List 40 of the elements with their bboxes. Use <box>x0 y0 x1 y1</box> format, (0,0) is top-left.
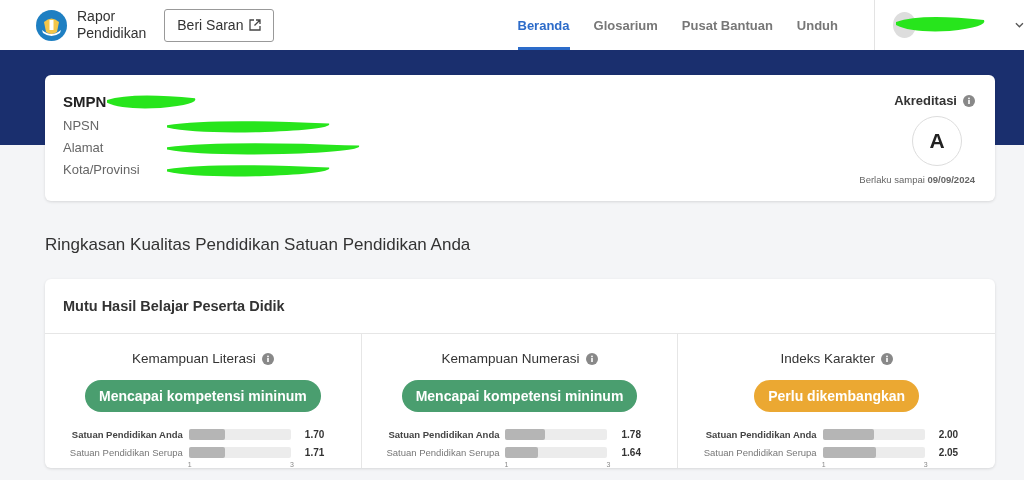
bar-value: 1.71 <box>304 446 326 458</box>
field-label: Alamat <box>63 140 105 157</box>
field-label: Kota/Provinsi <box>63 162 141 179</box>
info-icon <box>261 352 274 365</box>
chevron-down-icon[interactable] <box>1015 22 1024 28</box>
accreditation-title: Akreditasi <box>894 93 957 108</box>
bar-label: Satuan Pendidikan Anda <box>387 428 500 440</box>
nav-tab[interactable]: Unduh <box>796 0 838 50</box>
field-label: NPSN <box>63 118 101 135</box>
nav-tab[interactable]: Pusat Bantuan <box>681 0 773 50</box>
emblem-logo <box>36 9 67 41</box>
school-name: SMPN <box>63 93 107 110</box>
bar-value: 2.00 <box>938 428 960 440</box>
metric-title: Indeks Karakter <box>780 351 875 366</box>
bar-value: 1.64 <box>621 446 642 458</box>
metric-title: Kemampuan Literasi <box>131 351 256 366</box>
bar-value: 2.05 <box>938 446 960 458</box>
logo-title: Rapor <box>77 8 117 25</box>
bar-label: Satuan Pendidikan Serupa <box>702 446 817 458</box>
bar-label: Satuan Pendidikan Anda <box>70 428 183 440</box>
status-badge: Mencapai kompetensi mininum <box>84 380 321 412</box>
feedback-button[interactable]: Beri Saran <box>164 8 275 42</box>
bar-label: Satuan Pendidikan Anda <box>704 428 817 440</box>
nav-tab[interactable]: Glosarium <box>593 0 658 50</box>
info-icon <box>963 94 975 107</box>
validity-text: Berlaku sampai 09/09/2024 <box>859 174 975 185</box>
section-title: Mutu Hasil Belajar Peserta Didik <box>45 279 995 334</box>
bar-label: Satuan Pendidikan Serupa <box>68 446 183 458</box>
info-icon <box>880 352 893 365</box>
logo-subtitle: Pendidikan <box>77 25 147 42</box>
status-badge: Mencapai kompetensi mininum <box>401 380 638 412</box>
info-icon <box>585 352 598 365</box>
status-badge: Perlu dikembangkan <box>754 380 920 412</box>
summary-title: Ringkasan Kualitas Pendidikan Satuan Pendidikan Anda <box>45 235 472 255</box>
bar-label: Satuan Pendidikan Serupa <box>385 446 500 458</box>
metric-title: Kemampuan Numerasi <box>441 351 580 366</box>
bar-value: 1.78 <box>621 428 642 440</box>
bar-value: 1.70 <box>304 428 326 440</box>
accreditation-grade: A <box>912 116 963 166</box>
external-link-icon <box>249 19 262 31</box>
